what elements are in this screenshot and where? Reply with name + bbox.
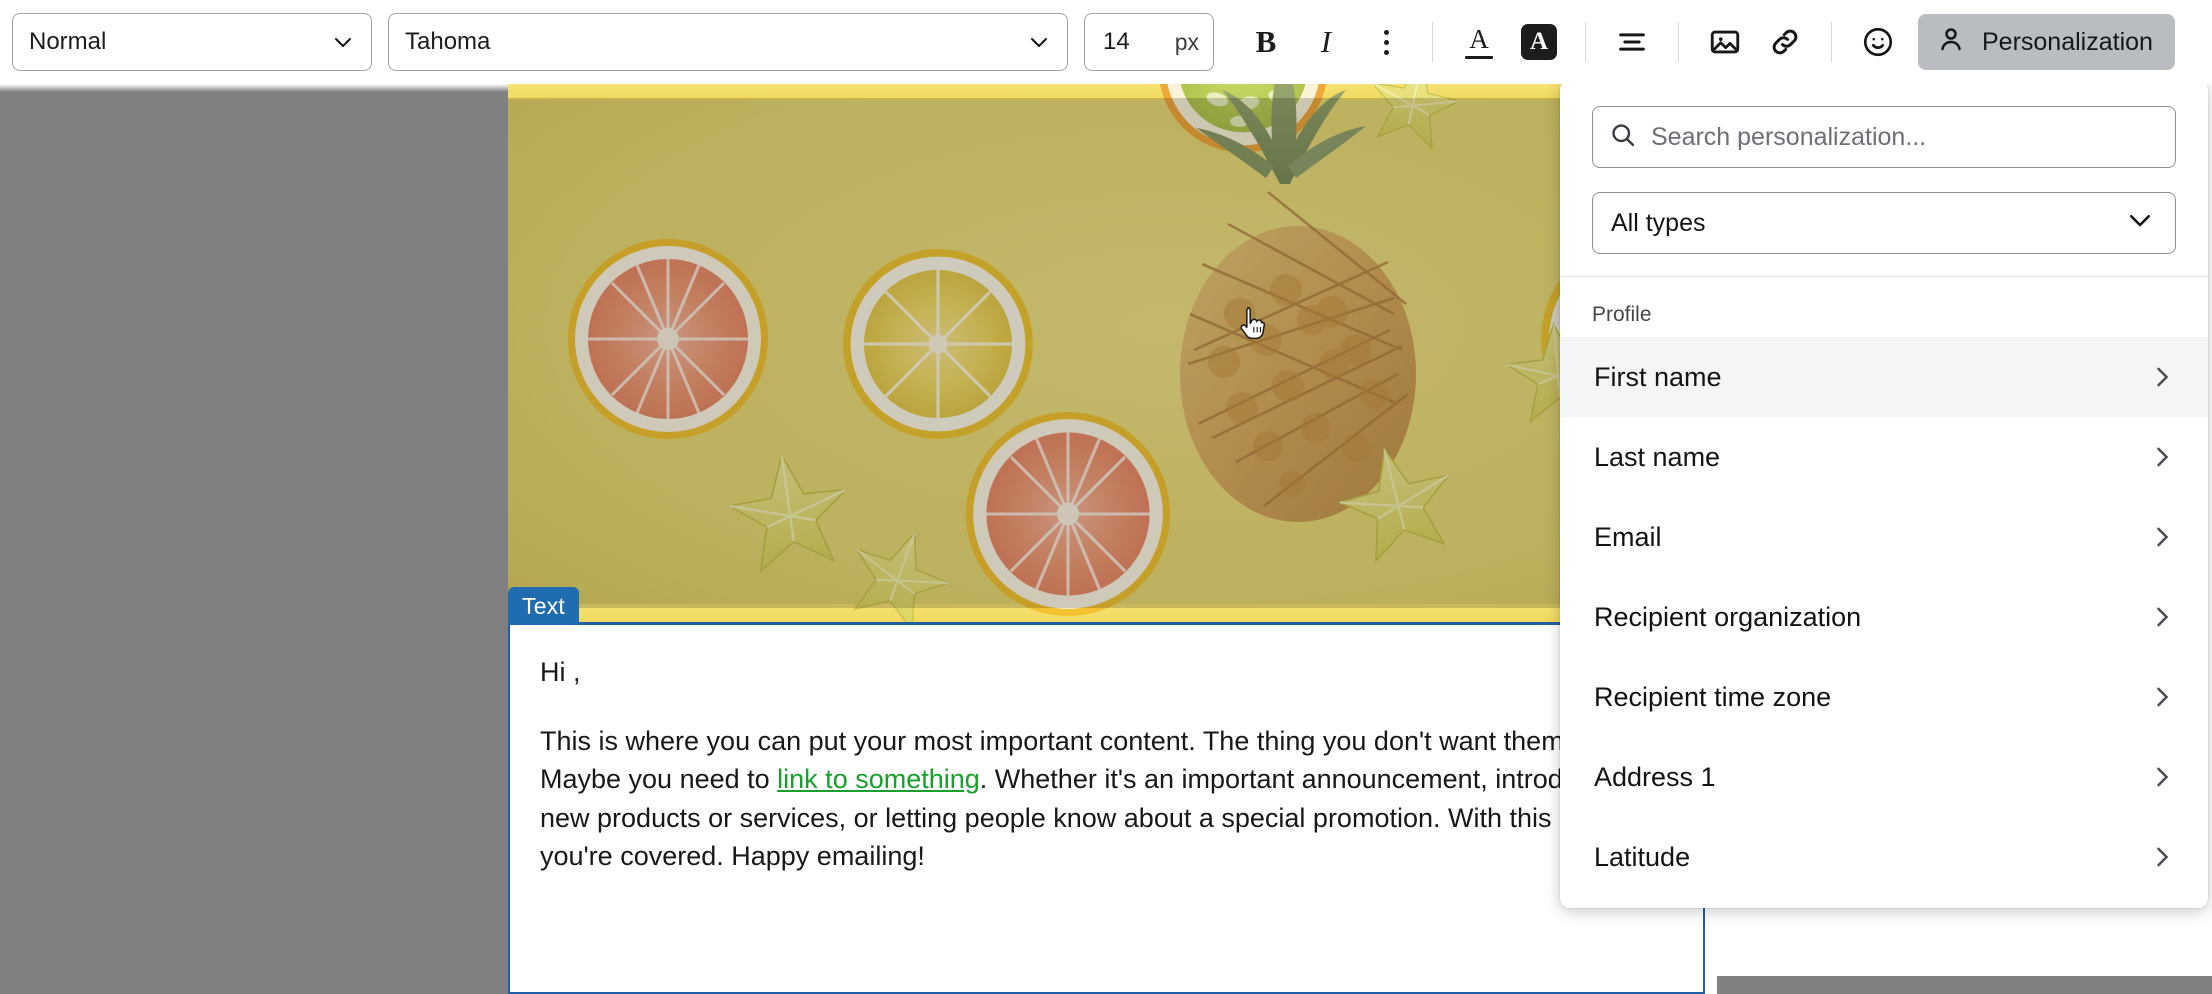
personalization-panel: All types Profile First name Last name E… <box>1560 80 2208 908</box>
type-filter-select[interactable]: All types <box>1592 192 2176 254</box>
list-item-address-1[interactable]: Address 1 <box>1560 737 2208 817</box>
list-item-label: Latitude <box>1594 841 1691 872</box>
chevron-right-icon <box>2148 523 2176 551</box>
toolbar-divider <box>1831 22 1832 62</box>
inline-link[interactable]: link to something <box>777 764 980 794</box>
align-button[interactable] <box>1602 14 1662 70</box>
kebab-menu-icon <box>1383 29 1389 55</box>
personalization-button[interactable]: Personalization <box>1918 14 2175 70</box>
list-group-label: Profile <box>1592 303 1652 326</box>
insert-image-button[interactable] <box>1695 14 1755 70</box>
search-input[interactable] <box>1651 122 2159 152</box>
chevron-right-icon <box>2148 363 2176 391</box>
search-field-wrapper[interactable] <box>1592 106 2176 168</box>
block-style-value: Normal <box>29 28 107 55</box>
list-item-last-name[interactable]: Last name <box>1560 417 2208 497</box>
chevron-down-icon <box>331 30 355 54</box>
canvas-bottom-right-scrim <box>1717 976 2212 994</box>
list-item-recipient-time-zone[interactable]: Recipient time zone <box>1560 657 2208 737</box>
text-color-icon: A <box>1465 23 1493 59</box>
greeting-line: Hi , <box>540 657 581 687</box>
highlight-color-button[interactable]: A <box>1509 14 1569 70</box>
emoji-button[interactable] <box>1848 14 1908 70</box>
list-item-latitude[interactable]: Latitude <box>1560 817 2208 897</box>
toolbar-divider <box>1585 22 1586 62</box>
font-size-input[interactable]: 14 px <box>1084 13 1214 71</box>
app-root: Normal Tahoma 14 px B I A A Personalizat… <box>0 0 2212 994</box>
list-item-label: Recipient time zone <box>1594 681 1832 712</box>
text-color-button[interactable]: A <box>1449 14 1509 70</box>
personalization-list[interactable]: Profile First name Last name Email Recip… <box>1560 277 2208 908</box>
highlight-color-icon: A <box>1521 24 1557 60</box>
text-block[interactable]: Text Hi , This is where you can put your… <box>508 587 1705 994</box>
list-item-label: Email <box>1594 521 1662 552</box>
panel-header: All types <box>1560 80 2208 276</box>
toolbar-divider <box>1432 22 1433 62</box>
type-filter-value: All types <box>1611 208 1706 237</box>
text-color-letter: A <box>1469 23 1489 54</box>
font-size-unit: px <box>1174 28 1199 55</box>
link-icon <box>1768 25 1802 59</box>
image-icon <box>1708 25 1742 59</box>
bold-button[interactable]: B <box>1236 14 1296 70</box>
list-item-label: First name <box>1594 361 1722 392</box>
chevron-down-icon <box>1027 30 1051 54</box>
font-family-value: Tahoma <box>405 28 491 55</box>
chevron-right-icon <box>2148 763 2176 791</box>
block-type-badge: Text <box>508 587 579 625</box>
chevron-right-icon <box>2148 843 2176 871</box>
list-item-label: Address 1 <box>1594 761 1716 792</box>
smiley-icon <box>1861 25 1895 59</box>
canvas-top-fade <box>0 84 508 92</box>
align-center-icon <box>1615 25 1649 59</box>
font-family-select[interactable]: Tahoma <box>388 13 1068 71</box>
font-size-value: 14 <box>1103 28 1130 55</box>
person-icon <box>1936 24 1966 61</box>
personalization-label: Personalization <box>1982 27 2153 56</box>
list-item-email[interactable]: Email <box>1560 497 2208 577</box>
insert-link-button[interactable] <box>1755 14 1815 70</box>
editor-toolbar: Normal Tahoma 14 px B I A A Personalizat… <box>0 0 2212 84</box>
toolbar-divider <box>1678 22 1679 62</box>
more-formats-button[interactable] <box>1356 14 1416 70</box>
chevron-right-icon <box>2148 443 2176 471</box>
list-item-label: Last name <box>1594 441 1721 472</box>
hero-image-block[interactable] <box>508 84 1705 622</box>
body-paragraph: This is where you can put your most impo… <box>540 722 1673 876</box>
chevron-right-icon <box>2148 603 2176 631</box>
hero-image <box>508 84 1705 622</box>
chevron-down-icon <box>2125 205 2155 242</box>
list-item-label: Recipient organization <box>1594 601 1862 632</box>
canvas-left-scrim <box>0 84 508 994</box>
block-style-select[interactable]: Normal <box>12 13 372 71</box>
italic-button[interactable]: I <box>1296 14 1356 70</box>
list-item-first-name[interactable]: First name <box>1560 337 2208 417</box>
text-block-content[interactable]: Hi , This is where you can put your most… <box>510 625 1703 876</box>
chevron-right-icon <box>2148 683 2176 711</box>
search-icon <box>1609 121 1637 154</box>
list-item-recipient-organization[interactable]: Recipient organization <box>1560 577 2208 657</box>
